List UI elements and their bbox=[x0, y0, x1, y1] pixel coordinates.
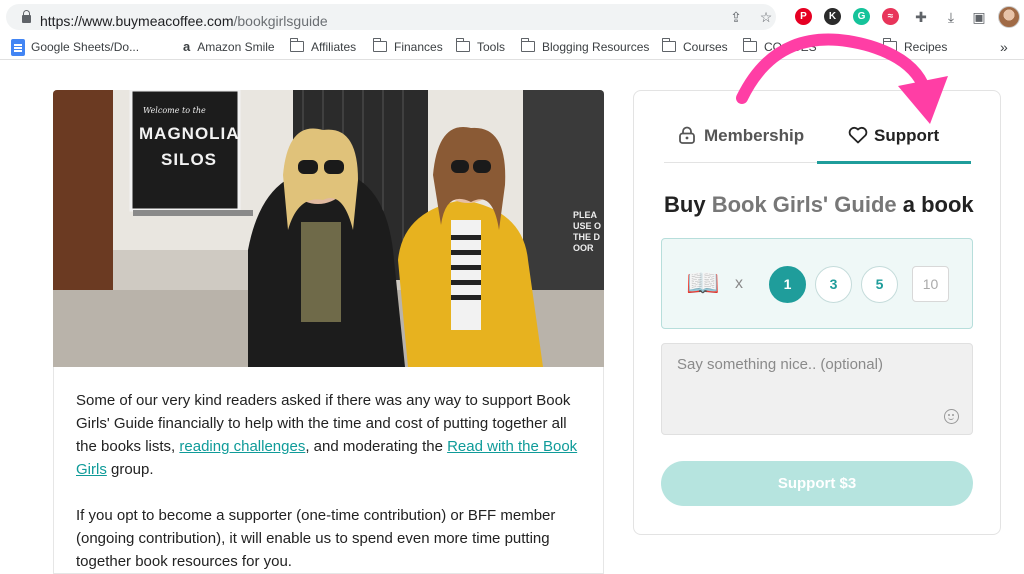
k-extension-icon[interactable]: K bbox=[824, 8, 841, 25]
bookmark-item[interactable]: Finances bbox=[372, 38, 443, 55]
bookmark-item[interactable]: Affiliates bbox=[289, 38, 357, 55]
amazon-icon: a bbox=[183, 39, 191, 54]
pinterest-icon[interactable]: P bbox=[795, 8, 812, 25]
bookmark-item[interactable]: Tools bbox=[455, 38, 506, 55]
heading-text: a book bbox=[902, 192, 974, 217]
folder-icon bbox=[455, 38, 470, 52]
url-host: https://www.buymeacoffee.com bbox=[40, 13, 234, 29]
support-heading: Buy Book Girls' Guide a book bbox=[664, 192, 974, 218]
folder-icon bbox=[289, 38, 304, 52]
google-docs-icon bbox=[11, 39, 25, 56]
star-bookmark-icon[interactable]: ☆ bbox=[757, 8, 775, 26]
folder-icon bbox=[661, 38, 676, 52]
support-button[interactable]: Support $3 bbox=[661, 461, 973, 506]
heading-text: Buy bbox=[664, 192, 706, 217]
cover-photo: Welcome to the MAGNOLIA SILOS PLEA USE O… bbox=[53, 90, 604, 367]
post-text: , and moderating the bbox=[305, 438, 448, 455]
address-bar[interactable]: https://www.buymeacoffee.com/bookgirlsgu… bbox=[6, 4, 776, 30]
bookmark-label: Tools bbox=[477, 40, 506, 54]
annotation-arrow-icon bbox=[736, 33, 948, 124]
quantity-5-button[interactable]: 5 bbox=[861, 266, 898, 303]
bookmark-item[interactable]: Courses bbox=[661, 38, 728, 55]
grammarly-icon[interactable]: G bbox=[853, 8, 870, 25]
post-text: group. bbox=[106, 461, 154, 478]
custom-quantity-input[interactable]: 10 bbox=[912, 266, 949, 302]
post-body: Some of our very kind readers asked if t… bbox=[53, 367, 604, 574]
bookmark-label: Finances bbox=[394, 40, 443, 54]
bookmark-label: Amazon Smile bbox=[197, 40, 275, 54]
rakuten-icon[interactable]: ≈ bbox=[882, 8, 899, 25]
lock-icon bbox=[679, 126, 695, 144]
bookmark-label: Google Sheets/Do... bbox=[31, 40, 140, 54]
times-sign: x bbox=[735, 275, 743, 292]
post-paragraph: If you opt to become a supporter (one-ti… bbox=[76, 507, 556, 570]
side-sign-text: PLEA USE OTHE DOOR bbox=[573, 210, 602, 253]
download-icon[interactable]: ⤓ bbox=[942, 8, 960, 26]
extensions-puzzle-icon[interactable]: ✚ bbox=[912, 8, 930, 26]
lock-icon bbox=[22, 10, 31, 23]
bookmark-item[interactable]: Google Sheets/Do... bbox=[31, 39, 139, 55]
profile-avatar[interactable] bbox=[998, 6, 1020, 28]
sidebar-toggle-icon[interactable]: ▣ bbox=[970, 8, 988, 26]
bookmark-label: Affiliates bbox=[311, 40, 357, 54]
sign-text: Welcome to the bbox=[143, 106, 206, 115]
post-paragraph: Some of our very kind readers asked if t… bbox=[76, 389, 581, 481]
reading-challenges-link[interactable]: reading challenges bbox=[179, 438, 305, 455]
active-tab-indicator bbox=[817, 161, 971, 164]
sign-text: MAGNOLIA bbox=[139, 124, 240, 143]
share-icon[interactable]: ⇪ bbox=[727, 8, 745, 26]
url-path: /bookgirlsguide bbox=[233, 13, 328, 29]
bookmark-item[interactable]: a Amazon Smile bbox=[183, 39, 275, 55]
sign-text: SILOS bbox=[161, 150, 218, 169]
creator-name: Book Girls' Guide bbox=[711, 192, 897, 217]
emoji-picker-icon[interactable] bbox=[944, 409, 959, 424]
quantity-1-button[interactable]: 1 bbox=[769, 266, 806, 303]
folder-icon bbox=[372, 38, 387, 52]
message-placeholder: Say something nice.. (optional) bbox=[677, 356, 883, 373]
bookmark-item[interactable]: Blogging Resources bbox=[520, 38, 650, 55]
quantity-3-button[interactable]: 3 bbox=[815, 266, 852, 303]
bookmarks-overflow-button[interactable]: » bbox=[1000, 39, 1008, 55]
cover-photo-illustration bbox=[53, 90, 604, 367]
url-text[interactable]: https://www.buymeacoffee.com/bookgirlsgu… bbox=[40, 13, 328, 29]
book-icon: 📖 bbox=[686, 268, 720, 298]
bookmark-label: Blogging Resources bbox=[542, 40, 650, 54]
folder-icon bbox=[520, 38, 535, 52]
